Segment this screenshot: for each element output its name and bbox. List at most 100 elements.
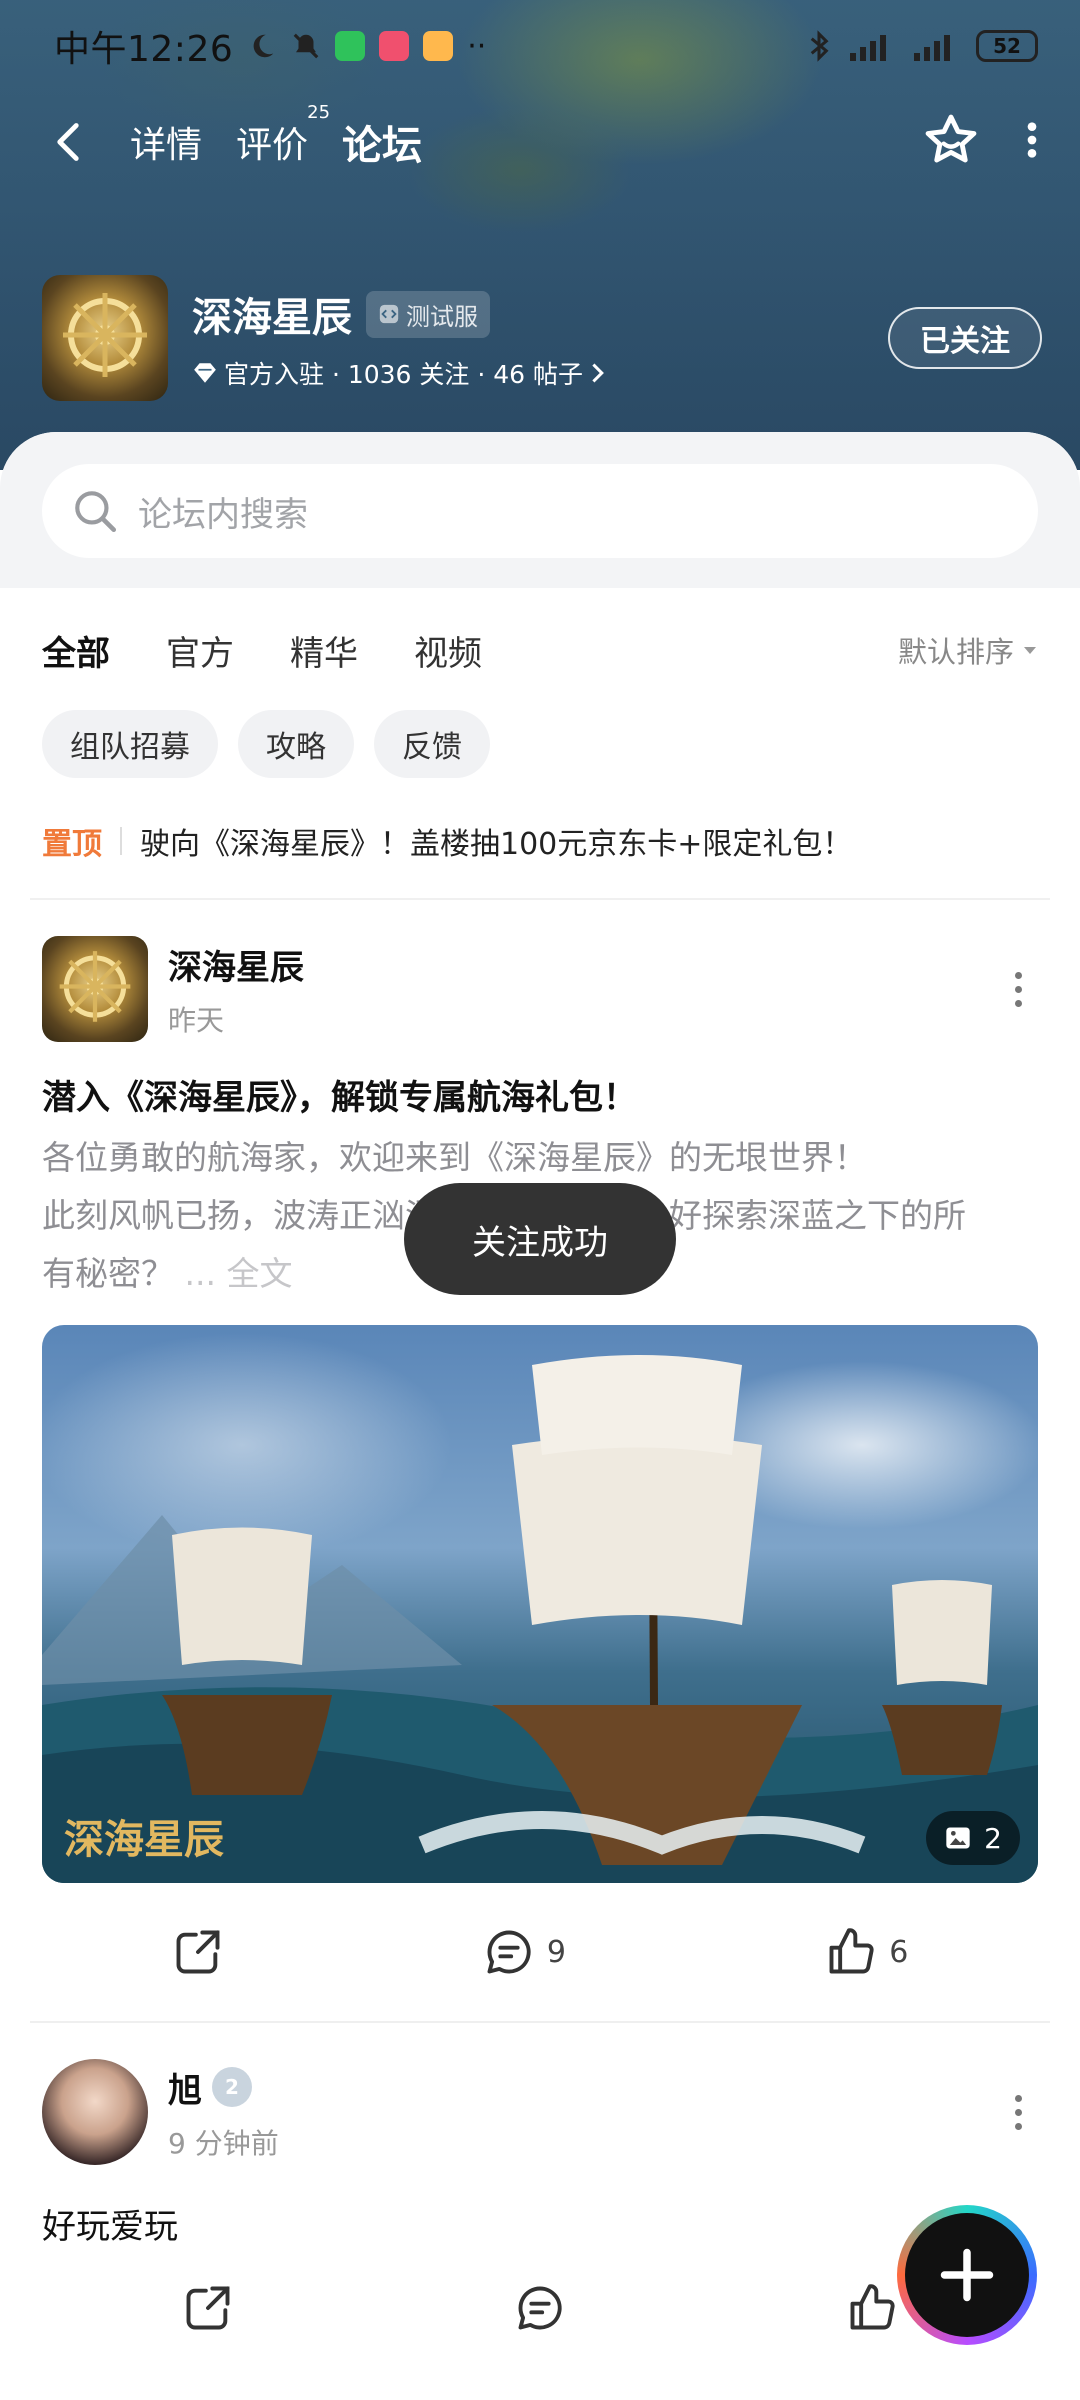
- comment-icon: [518, 2286, 562, 2330]
- post-actions: [42, 2248, 1038, 2368]
- diamond-icon: [194, 363, 216, 383]
- sort-dropdown[interactable]: 默认排序: [898, 629, 1038, 671]
- share-button[interactable]: [182, 2282, 234, 2334]
- chip-feedback[interactable]: 反馈: [374, 710, 490, 778]
- post-card[interactable]: 深海星辰 昨天 潜入《深海星辰》，解锁专属航海礼包！ 各位勇敢的航海家，欢迎来到…: [0, 900, 1080, 2021]
- like-button[interactable]: [846, 2282, 898, 2334]
- filter-tab-all[interactable]: 全部: [42, 626, 110, 685]
- like-icon: [829, 1928, 874, 1974]
- more-icon: [1027, 122, 1037, 158]
- filter-tab-video[interactable]: 视频: [414, 626, 482, 675]
- filter-tabs: 全部 官方 精华 视频 默认排序: [0, 596, 1080, 704]
- bluetooth-icon: [810, 30, 829, 62]
- comment-button[interactable]: [514, 2282, 566, 2334]
- like-count: 6: [889, 1934, 909, 1970]
- image-icon: [946, 1827, 970, 1849]
- like-icon: [850, 2284, 895, 2330]
- mute-bell-icon: [293, 33, 319, 59]
- signal-2-icon: [914, 35, 950, 61]
- post-time: 9 分钟前: [168, 2126, 279, 2160]
- pinned-tag: 置顶: [42, 827, 102, 862]
- plus-icon: [940, 2248, 994, 2302]
- post-body-line: 有秘密？: [42, 1254, 174, 1293]
- ship-wheel-icon: [59, 951, 131, 1022]
- post-body-line: 各位勇敢的航海家，欢迎来到《深海星辰》的无垠世界！: [42, 1138, 867, 1177]
- top-nav: 详情 评价 25 论坛: [0, 100, 1080, 184]
- test-server-badge: 测试服: [366, 290, 490, 338]
- image-count: 2: [984, 1821, 1002, 1855]
- status-time: 中午12:26: [54, 29, 234, 70]
- author-name: 旭: [168, 2070, 202, 2111]
- comment-icon: [487, 1930, 531, 1974]
- post-image[interactable]: 深海星辰 2: [42, 1325, 1038, 1883]
- game-logo-watermark: 深海星辰: [64, 1817, 224, 1863]
- more-notifications-icon: ··: [467, 28, 487, 64]
- tab-reviews-label: 评价: [236, 125, 309, 166]
- topic-chips: 组队招募 攻略 反馈: [0, 704, 1080, 778]
- tab-forum[interactable]: 论坛: [342, 113, 423, 177]
- tab-forum-label: 论坛: [342, 123, 423, 169]
- game-icon[interactable]: [42, 275, 168, 401]
- filter-tab-featured[interactable]: 精华: [290, 626, 358, 675]
- share-button[interactable]: [172, 1926, 224, 1978]
- author-name[interactable]: 深海星辰: [168, 940, 304, 989]
- back-button[interactable]: [40, 114, 96, 170]
- favorite-button[interactable]: [922, 111, 980, 173]
- chevron-right-icon: [592, 363, 604, 383]
- wechat-icon: [335, 31, 366, 61]
- post-more-icon[interactable]: [998, 2094, 1038, 2130]
- share-icon: [186, 2286, 230, 2330]
- game-stats-link[interactable]: 官方入驻 · 1036 关注 · 46 帖子: [192, 355, 605, 391]
- back-icon: [57, 123, 79, 161]
- author-name-row[interactable]: 旭 2: [168, 2063, 279, 2112]
- code-icon: [379, 304, 399, 324]
- toast-message: 关注成功: [404, 1183, 676, 1295]
- filter-tab-official[interactable]: 官方: [166, 626, 234, 675]
- post-text: 好玩爱玩: [42, 2207, 178, 2247]
- battery-indicator: 52: [976, 30, 1038, 62]
- pinned-post[interactable]: 置顶 驶向《深海星辰》！盖楼抽100元京东卡+限定礼包！: [42, 806, 1038, 876]
- moon-icon: [253, 34, 274, 58]
- tab-details[interactable]: 详情: [130, 116, 202, 168]
- search-area: 论坛内搜索: [0, 432, 1080, 588]
- share-icon: [176, 1930, 220, 1974]
- follow-button[interactable]: 已关注: [888, 307, 1042, 369]
- status-bar: 中午12:26 ·· 52: [0, 0, 1080, 92]
- more-button[interactable]: [1024, 120, 1040, 164]
- reviews-count-badge: 25: [307, 102, 331, 123]
- pinned-separator: [120, 827, 122, 855]
- game-name: 深海星辰: [192, 295, 352, 341]
- avatar[interactable]: [42, 936, 148, 1042]
- star-icon: [925, 114, 977, 163]
- ship-illustration: [42, 1355, 1038, 1883]
- like-button[interactable]: 6: [825, 1926, 908, 1978]
- post-actions: 9 6: [42, 1883, 1038, 2021]
- ship-wheel-icon: [63, 293, 147, 377]
- create-post-button[interactable]: [897, 2205, 1037, 2345]
- search-icon: [75, 491, 117, 533]
- chip-guides[interactable]: 攻略: [238, 710, 354, 778]
- user-level: 2: [225, 2075, 239, 2099]
- signal-icon: [850, 35, 886, 61]
- battery-level: 52: [993, 34, 1021, 58]
- search-input[interactable]: 论坛内搜索: [42, 464, 1038, 558]
- tab-reviews[interactable]: 评价 25: [236, 102, 330, 168]
- post-title: 潜入《深海星辰》，解锁专属航海礼包！: [42, 1078, 637, 1118]
- comment-button[interactable]: 9: [483, 1926, 566, 1978]
- chip-team-recruit[interactable]: 组队招募: [42, 710, 218, 778]
- sort-label: 默认排序: [897, 635, 1014, 669]
- user-level-badge: 2: [212, 2067, 252, 2107]
- pinned-title: 驶向《深海星辰》！盖楼抽100元京东卡+限定礼包！: [140, 827, 853, 862]
- caret-down-icon: [1024, 647, 1036, 654]
- image-count-badge: 2: [926, 1811, 1020, 1865]
- avatar[interactable]: [42, 2059, 148, 2165]
- message-icon: [423, 31, 454, 61]
- tab-details-label: 详情: [130, 125, 203, 166]
- search-placeholder: 论坛内搜索: [138, 494, 308, 535]
- game-stats: 官方入驻 · 1036 关注 · 46 帖子: [224, 360, 584, 389]
- read-more-link[interactable]: ... 全文: [185, 1254, 293, 1293]
- app-notification-icon: [379, 31, 410, 61]
- game-info: 深海星辰 测试服 官方入驻 · 1036 关注 · 46 帖子 已关注: [42, 274, 1042, 402]
- post-more-icon[interactable]: [998, 971, 1038, 1007]
- post-time: 昨天: [168, 1003, 225, 1037]
